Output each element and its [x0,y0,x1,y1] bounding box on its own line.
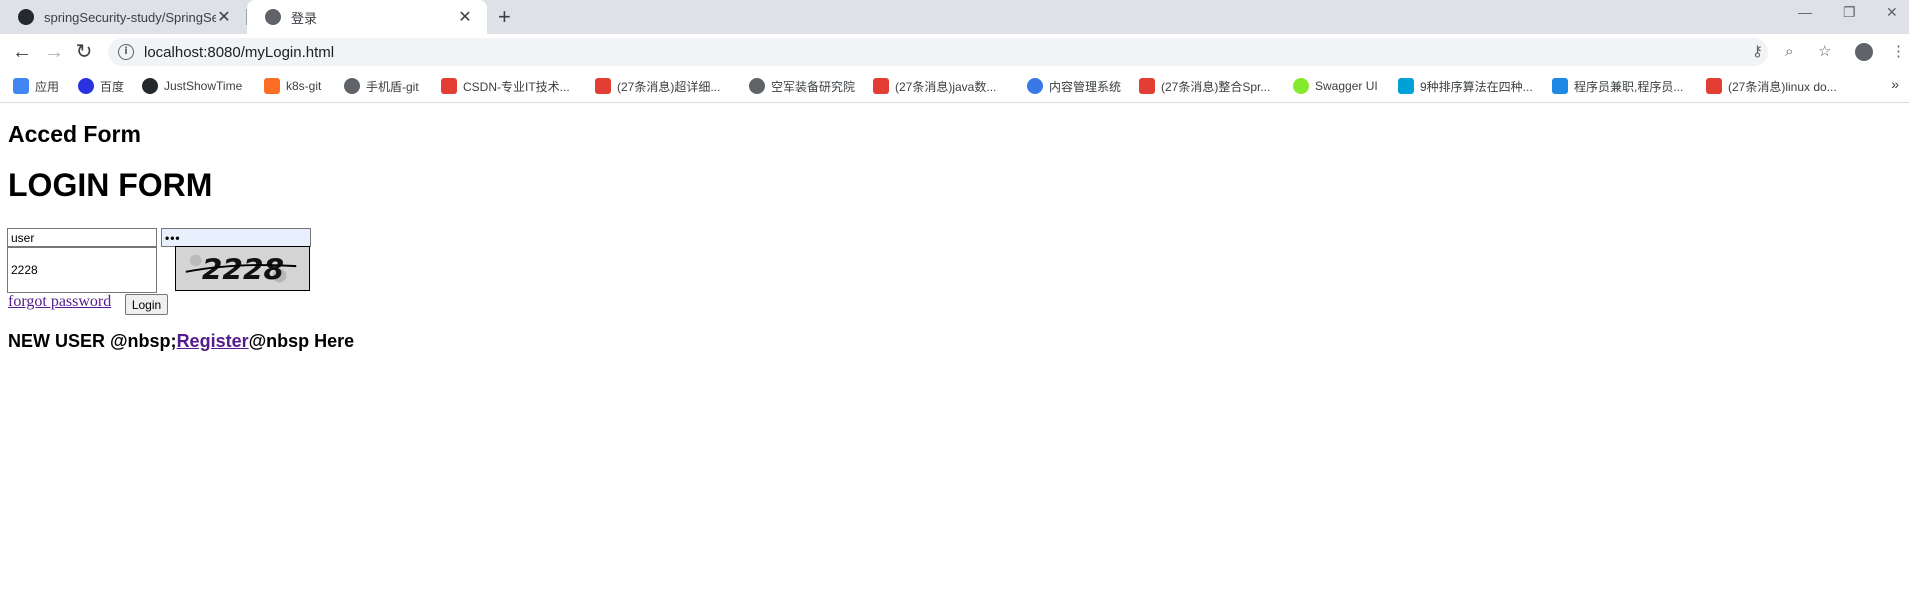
csdn-icon [1139,78,1155,94]
login-button[interactable]: Login [125,294,168,315]
browser-toolbar: ← → ↻ i localhost:8080/myLogin.html ⚷ ⌕ … [0,34,1909,70]
bookmark-item[interactable]: 内容管理系统 [1027,76,1121,96]
new-user-suffix: @nbsp Here [248,331,355,351]
github-icon [142,78,158,94]
bookmark-item[interactable]: k8s-git [264,76,321,96]
swagger-icon [1293,78,1309,94]
star-icon[interactable]: ☆ [1818,43,1831,61]
bookmark-item[interactable]: (27条消息)超详细... [595,76,720,96]
csdn-icon [441,78,457,94]
gitlab-icon [264,78,280,94]
github-icon [18,9,34,25]
tab-strip: springSecurity-study/SpringSe ✕ 登录 ✕ + —… [0,0,1909,34]
bookmark-item[interactable]: (27条消息)java数... [873,76,996,96]
bookmark-item[interactable]: (27条消息)整合Spr... [1139,76,1270,96]
globe-icon [344,78,360,94]
more-bookmarks-icon[interactable]: » [1891,76,1899,92]
close-window-icon[interactable]: ✕ [1886,4,1898,21]
reload-icon[interactable]: ↻ [72,40,96,64]
apps-icon [13,78,29,94]
tab-title: 登录 [291,10,318,26]
csdn-icon [873,78,889,94]
profile-avatar[interactable] [1855,43,1873,61]
info-icon[interactable]: i [118,44,134,60]
cms-icon [1027,78,1043,94]
bookmark-item[interactable]: 空军装备研究院 [749,76,855,96]
forward-icon[interactable]: → [42,40,66,64]
bookmark-item[interactable]: 9种排序算法在四种... [1398,76,1533,96]
page-title: LOGIN FORM [8,167,213,203]
bookmark-item[interactable]: (27条消息)linux do... [1706,76,1837,96]
new-user-prefix: NEW USER @nbsp; [8,331,177,351]
bookmark-item[interactable]: 应用 [13,76,59,96]
captcha-code-value: 2228 [11,263,38,277]
address-bar[interactable]: i localhost:8080/myLogin.html [108,38,1768,66]
url-text: localhost:8080/myLogin.html [144,43,335,61]
captcha-code-input[interactable]: 2228 [7,247,157,293]
form-subtitle: Acced Form [8,121,141,147]
globe-icon [749,78,765,94]
bookmark-item[interactable]: CSDN-专业IT技术... [441,76,570,96]
close-icon[interactable]: ✕ [216,7,232,27]
page-content: Acced Form LOGIN FORM user ••• 2228 2228… [0,103,1909,614]
csdn-icon [595,78,611,94]
captcha-text: 2228 [202,253,284,286]
terminal-icon [1552,78,1568,94]
bookmark-item[interactable]: 手机盾-git [344,76,419,96]
new-user-line: NEW USER @nbsp;Register@nbsp Here [8,331,354,352]
key-icon[interactable]: ⚷ [1752,43,1763,61]
password-input[interactable]: ••• [161,228,311,247]
tab-github[interactable]: springSecurity-study/SpringSe ✕ [0,0,246,34]
forgot-password-link[interactable]: forgot password [8,293,111,311]
register-link[interactable]: Register [177,331,249,351]
captcha-image[interactable]: 2228 [175,246,310,291]
new-tab-button[interactable]: + [498,5,511,29]
username-input[interactable]: user [7,228,157,247]
bookmark-item[interactable]: Swagger UI [1293,76,1378,96]
csdn-icon [1706,78,1722,94]
baidu-icon [78,78,94,94]
back-icon[interactable]: ← [10,40,34,64]
minimize-icon[interactable]: — [1798,4,1812,20]
tab-title: springSecurity-study/SpringSe [44,9,216,25]
close-icon[interactable]: ✕ [457,7,473,27]
restore-icon[interactable]: ❐ [1843,4,1856,21]
bookmark-item[interactable]: 程序员兼职,程序员... [1552,76,1683,96]
bookmark-item[interactable]: JustShowTime [142,76,242,96]
globe-icon [265,9,281,25]
bookmark-item[interactable]: 百度 [78,76,124,96]
bilibili-icon [1398,78,1414,94]
bookmarks-bar: 应用 百度 JustShowTime k8s-git 手机盾-git CSDN-… [0,70,1909,103]
tab-login[interactable]: 登录 ✕ [247,0,487,34]
menu-icon[interactable]: ⋮ [1891,43,1906,61]
zoom-icon[interactable]: ⌕ [1785,43,1793,61]
captcha-noise [189,254,202,267]
